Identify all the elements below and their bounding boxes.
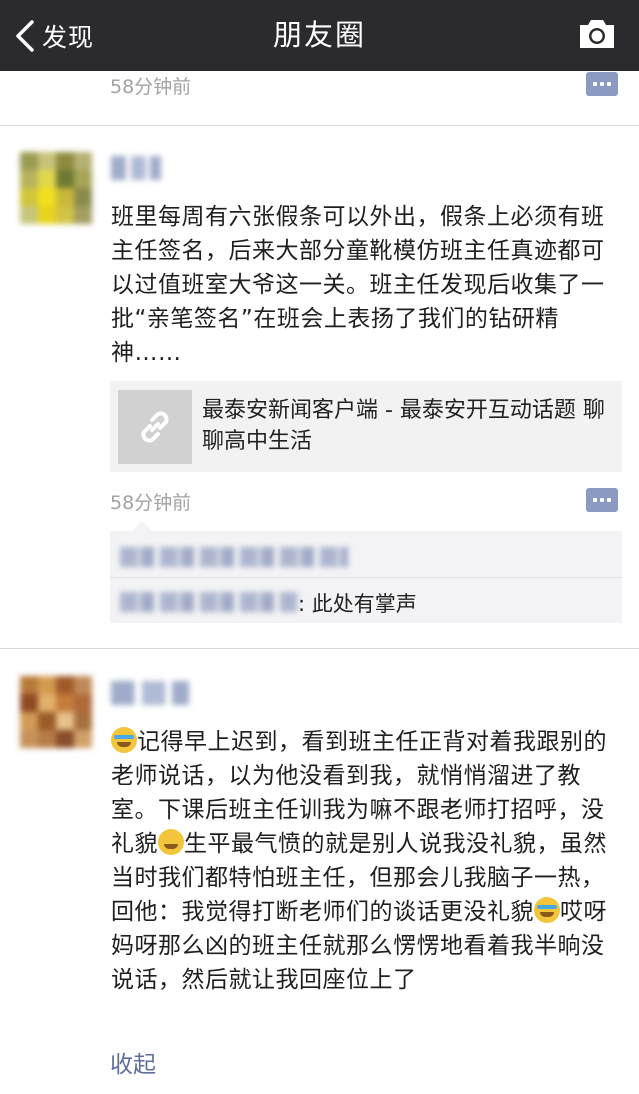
link-card[interactable]: 最泰安新闻客户端 - 最泰安开互动话题 聊聊高中生活 — [110, 381, 622, 472]
crying-laughing-emoji — [534, 897, 560, 923]
navbar: 发现 朋友圈 — [0, 0, 639, 71]
user-name[interactable] — [111, 681, 189, 705]
commenter-name[interactable] — [120, 592, 298, 612]
link-thumbnail — [118, 390, 192, 464]
thinking-emoji — [158, 829, 184, 855]
page-title: 朋友圈 — [272, 18, 366, 52]
divider — [110, 577, 622, 578]
comment-icon[interactable] — [586, 72, 618, 96]
link-title: 最泰安新闻客户端 - 最泰安开互动话题 聊聊高中生活 — [202, 398, 605, 454]
collapse-link[interactable]: 收起 — [110, 1045, 156, 1079]
camera-icon[interactable] — [577, 16, 617, 52]
comments-box: : 此处有掌声 — [110, 521, 622, 623]
post-time: 58分钟前 — [110, 492, 192, 514]
divider — [0, 125, 639, 126]
user-name[interactable] — [111, 156, 161, 180]
post-text: 记得早上迟到，看到班主任正背对着我跟别的老师说话，以为他没看到我，就悄悄溜进了教… — [111, 725, 611, 997]
like-list[interactable] — [120, 547, 348, 567]
post-text: 班里每周有六张假条可以外出，假条上必须有班主任签名，后来大部分童靴模仿班主任真迹… — [111, 204, 605, 366]
divider — [0, 648, 639, 649]
post-text-segment: 生平最气愤的就是别人说我没礼貌，虽然当时我们都特怕班主任，但那会儿我脑子一热，回… — [111, 831, 607, 925]
post-time: 58分钟前 — [110, 76, 192, 98]
avatar[interactable] — [20, 152, 92, 224]
comment-text: : 此处有掌声 — [298, 592, 417, 616]
comment-icon[interactable] — [586, 488, 618, 512]
crying-laughing-emoji — [111, 727, 137, 753]
link-icon — [141, 411, 169, 443]
avatar[interactable] — [20, 676, 92, 748]
